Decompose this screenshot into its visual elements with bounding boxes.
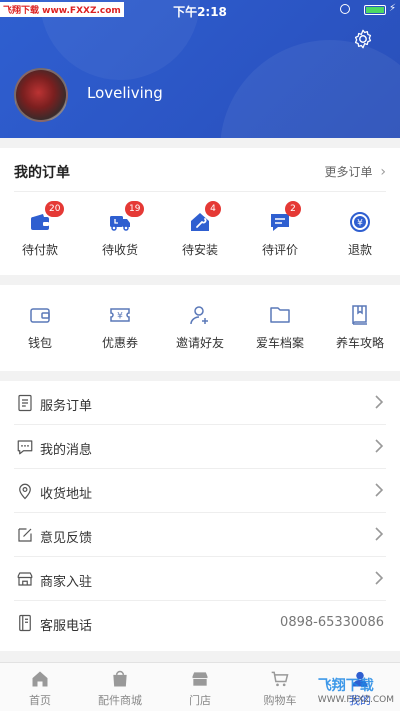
menu-item-feedback[interactable]: 意见反馈 bbox=[0, 513, 400, 557]
watermark-url: WWW.FXXZ.COM bbox=[317, 695, 394, 705]
orders-title: 我的订单 bbox=[14, 165, 70, 181]
order-status-refund[interactable]: ¥ 退款 bbox=[320, 210, 400, 258]
profile-header: 飞翔下载 www.FXXZ.com 下午2:18 ⚡ Loveliving bbox=[0, 0, 400, 138]
badge-count: 19 bbox=[125, 201, 145, 217]
tool-invite-friends[interactable]: 邀请好友 bbox=[160, 303, 240, 351]
alarm-icon bbox=[340, 4, 350, 14]
order-status-pending-payment[interactable]: 20 待付款 bbox=[0, 201, 80, 258]
document-icon bbox=[18, 394, 32, 412]
avatar[interactable] bbox=[14, 68, 68, 122]
status-bar: 飞翔下载 www.FXXZ.com 下午2:18 ⚡ bbox=[0, 0, 400, 20]
tab-label: 首页 bbox=[29, 694, 51, 707]
badge-count: 4 bbox=[205, 201, 221, 217]
watermark-logo: 飞翔下载 WWW.FXXZ.COM bbox=[318, 675, 394, 705]
tab-parts-mall[interactable]: 配件商城 bbox=[80, 663, 160, 711]
wallet-outline-icon bbox=[30, 308, 50, 323]
badge-count: 20 bbox=[45, 201, 65, 217]
more-orders-link[interactable]: 更多订单 › bbox=[325, 163, 386, 180]
chevron-right-icon bbox=[375, 571, 384, 585]
home-icon bbox=[32, 671, 48, 687]
bottom-tab-bar: 首页 配件商城 门店 购物车 我的 飞翔下载 WWW.FXXZ.COM bbox=[0, 662, 400, 711]
settings-menu-list: 服务订单 我的消息 收货地址 意见反馈 商家入驻 客服电话 0898-65330… bbox=[0, 381, 400, 651]
order-status-label: 待评价 bbox=[261, 243, 298, 257]
tab-home[interactable]: 首页 bbox=[0, 663, 80, 711]
charging-icon: ⚡ bbox=[388, 3, 396, 14]
svg-text:¥: ¥ bbox=[357, 219, 363, 229]
menu-item-merchant-join[interactable]: 商家入驻 bbox=[0, 557, 400, 601]
cart-icon bbox=[271, 671, 289, 687]
order-status-grid: 20 待付款 19 待收货 4 待安装 2 待评价 ¥ 退款 bbox=[0, 201, 400, 258]
order-status-pending-receipt[interactable]: 19 待收货 bbox=[80, 201, 160, 258]
folder-icon bbox=[270, 307, 290, 323]
chevron-right-icon: › bbox=[380, 164, 386, 180]
edit-icon bbox=[18, 528, 32, 542]
refund-icon: ¥ bbox=[350, 212, 370, 232]
username[interactable]: Loveliving bbox=[87, 84, 163, 102]
tool-coupon[interactable]: ¥ 优惠券 bbox=[80, 303, 160, 351]
message-icon bbox=[17, 440, 33, 455]
tab-label: 购物车 bbox=[263, 694, 297, 707]
tab-label: 配件商城 bbox=[98, 694, 142, 707]
order-status-pending-install[interactable]: 4 待安装 bbox=[160, 201, 240, 258]
tab-cart[interactable]: 购物车 bbox=[240, 663, 320, 711]
order-status-label: 待安装 bbox=[181, 243, 218, 257]
menu-item-shipping-address[interactable]: 收货地址 bbox=[0, 469, 400, 513]
add-user-icon bbox=[190, 306, 208, 325]
order-status-label: 待收货 bbox=[101, 243, 138, 257]
tool-car-guide[interactable]: 养车攻略 bbox=[320, 303, 400, 351]
orders-card: 我的订单 更多订单 › 20 待付款 19 待收货 4 待安装 2 待评价 ¥ … bbox=[0, 148, 400, 275]
tool-label: 钱包 bbox=[27, 336, 52, 350]
more-orders-label: 更多订单 bbox=[324, 165, 373, 179]
chevron-right-icon bbox=[375, 395, 384, 409]
menu-item-service-orders[interactable]: 服务订单 bbox=[0, 381, 400, 425]
order-status-label: 待付款 bbox=[21, 243, 58, 257]
book-icon bbox=[352, 305, 367, 325]
menu-item-label: 收货地址 bbox=[40, 487, 93, 502]
chevron-right-icon bbox=[375, 439, 384, 453]
divider bbox=[14, 191, 386, 192]
menu-item-my-messages[interactable]: 我的消息 bbox=[0, 425, 400, 469]
phone-book-icon bbox=[19, 614, 31, 632]
tab-stores[interactable]: 门店 bbox=[160, 663, 240, 711]
header-decoration bbox=[220, 40, 400, 138]
watermark-brand: 飞翔下载 bbox=[317, 678, 374, 694]
menu-item-label: 客服电话 bbox=[40, 619, 93, 634]
menu-item-label: 意见反馈 bbox=[40, 531, 93, 546]
location-icon bbox=[19, 483, 31, 500]
badge-count: 2 bbox=[285, 201, 301, 217]
tool-car-archive[interactable]: 爱车档案 bbox=[240, 303, 320, 351]
store-icon bbox=[17, 572, 33, 586]
tool-label: 优惠券 bbox=[101, 336, 138, 350]
menu-item-label: 我的消息 bbox=[40, 443, 93, 458]
tools-card: 钱包 ¥ 优惠券 邀请好友 爱车档案 养车攻略 bbox=[0, 285, 400, 371]
shopping-bag-icon bbox=[113, 670, 127, 687]
svg-text:¥: ¥ bbox=[117, 312, 123, 322]
chevron-right-icon bbox=[375, 527, 384, 541]
tool-label: 爱车档案 bbox=[255, 336, 304, 350]
coupon-icon: ¥ bbox=[110, 308, 130, 322]
tool-wallet[interactable]: 钱包 bbox=[0, 303, 80, 351]
battery-icon bbox=[364, 5, 386, 15]
shop-icon bbox=[192, 672, 208, 686]
menu-item-label: 商家入驻 bbox=[40, 575, 93, 590]
tab-label: 门店 bbox=[189, 694, 211, 707]
tool-label: 邀请好友 bbox=[175, 336, 224, 350]
menu-item-label: 服务订单 bbox=[40, 399, 93, 414]
order-status-label: 退款 bbox=[347, 243, 372, 257]
tools-grid: 钱包 ¥ 优惠券 邀请好友 爱车档案 养车攻略 bbox=[0, 303, 400, 351]
order-status-pending-review[interactable]: 2 待评价 bbox=[240, 201, 320, 258]
customer-service-phone[interactable]: 0898-65330086 bbox=[280, 615, 384, 630]
chevron-right-icon bbox=[375, 483, 384, 497]
menu-item-customer-service[interactable]: 客服电话 0898-65330086 bbox=[0, 601, 400, 645]
tool-label: 养车攻略 bbox=[335, 336, 384, 350]
settings-gear-icon[interactable] bbox=[352, 28, 374, 50]
